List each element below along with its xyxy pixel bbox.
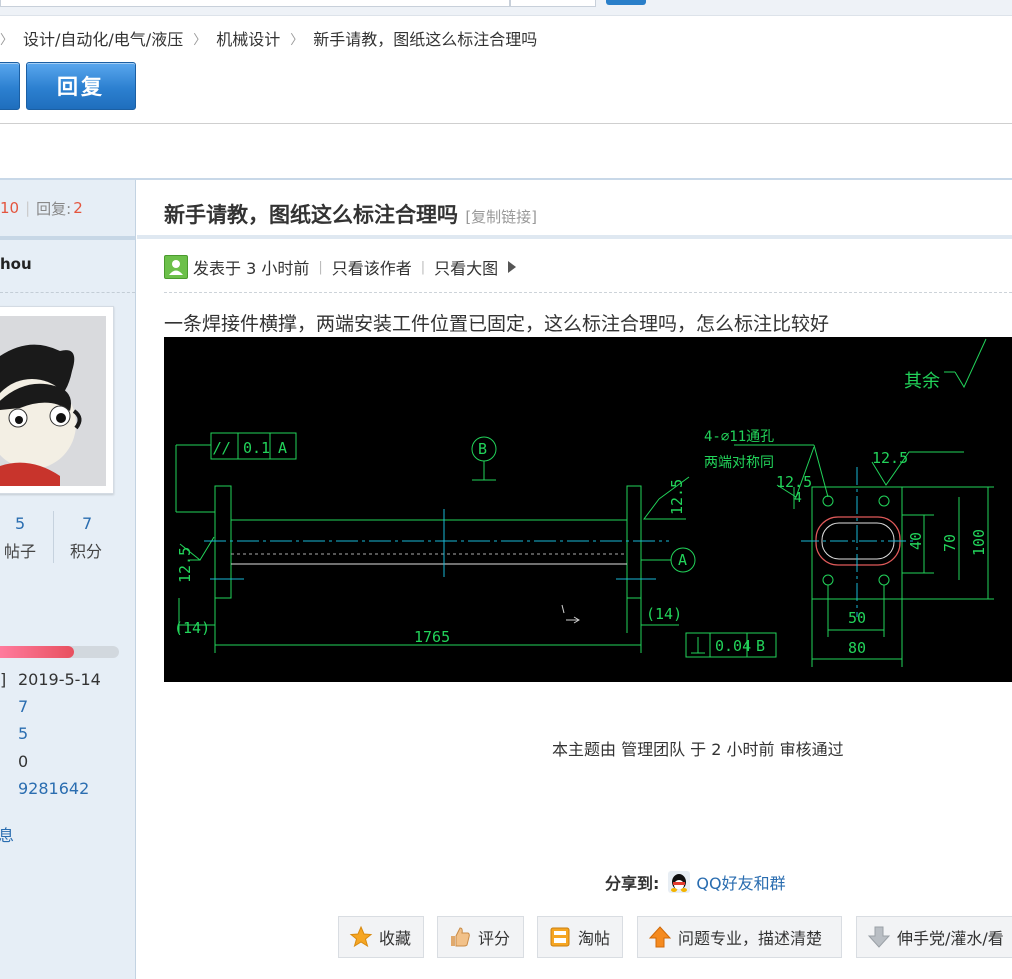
drawing-perp-ref: B [756,637,765,655]
posts-count[interactable]: 5 [15,514,25,533]
breadcrumb-separator: 〉 [290,32,304,48]
info-value-2[interactable]: 7 [18,697,28,716]
divider [0,292,135,293]
drawing-perp-value: 0.04 [715,637,751,655]
only-big-image-link[interactable]: 只看大图 [434,255,498,279]
favorite-button[interactable]: 收藏 [338,916,424,958]
taobao-button[interactable]: 淘帖 [537,916,623,958]
author-sidebar [0,180,136,979]
drawing-dim-14b: (14) [646,605,682,623]
drawing-dim-50: 50 [848,609,866,627]
info-value-3[interactable]: 5 [18,724,28,743]
info-bracket: ] [0,670,7,689]
info-value-4: 0 [18,752,29,771]
only-author-link[interactable]: 只看该作者 [332,255,412,279]
thread-stats: 10 | 回复: 2 [0,180,135,240]
copy-link-button[interactable]: [复制链接] [465,208,537,226]
author-name[interactable]: hou [0,255,32,273]
breadcrumb-separator: 〉 [193,32,207,48]
points-label: 积分 [70,542,103,561]
helpful-label: 问题专业，描述清楚 [678,929,823,948]
drawing-dim-4: 4 [794,491,802,506]
taobao-label: 淘帖 [578,929,611,948]
rate-label: 评分 [478,929,511,948]
search-input[interactable] [0,0,510,7]
drawing-rough-4: 12.5 [668,479,686,515]
drawing-datum-a: A [678,551,687,569]
avatar[interactable] [0,306,114,494]
online-user-icon [164,255,188,279]
drawing-dim-70: 70 [941,534,959,552]
drawing-dim-80: 80 [848,639,866,657]
level-progress-fill [0,646,74,658]
send-message-link[interactable]: 息 [0,822,14,846]
post-title: 新手请教，图纸这么标注合理吗 [复制链接] [164,199,537,229]
weld-drawing: 其余 // 0.1 A B A 4-⌀11通孔 两端对称同 12.5 12.5 … [174,338,994,667]
arrow-up-icon [648,925,672,949]
cartoon-boy-avatar-icon [0,316,106,486]
share-qq-link[interactable]: QQ好友和群 [696,870,785,894]
drawing-rough-2: 12.5 [776,473,812,491]
drawing-rough-1: 12.5 [176,547,194,583]
breadcrumb-item-thread[interactable]: 新手请教，图纸这么标注合理吗 [313,26,537,50]
cad-drawing-image[interactable]: 其余 // 0.1 A B A 4-⌀11通孔 两端对称同 12.5 12.5 … [164,337,1012,682]
thumbs-up-icon [448,925,472,949]
meta-separator: | [318,259,323,275]
star-icon [349,925,373,949]
replies-count: 2 [73,199,83,217]
title-divider [137,235,1012,239]
favorite-label: 收藏 [379,929,412,948]
breadcrumb-item-design[interactable]: 设计/自动化/电气/液压 [23,26,183,50]
drawing-hole-note: 4-⌀11通孔 [704,429,774,445]
share-bar: 分享到: QQ好友和群 [605,870,786,894]
post-meta: 发表于 3 小时前 | 只看该作者 | 只看大图 [164,255,517,279]
drawing-hole-note-2: 两端对称同 [704,455,774,471]
new-post-button[interactable] [0,62,20,110]
stats-separator: | [25,199,31,217]
breadcrumb-separator: 〉 [0,32,14,48]
info-value-5[interactable]: 9281642 [18,779,89,798]
drawing-dim-100: 100 [970,529,988,556]
posted-time: 发表于 3 小时前 [193,259,310,278]
level-progress-bar [0,646,119,658]
divider [0,123,1012,124]
qq-penguin-icon[interactable] [668,871,691,893]
points-count[interactable]: 7 [82,514,92,533]
replies-label: 回复: [36,199,72,218]
search-button[interactable] [606,0,646,5]
register-date: 2019-5-14 [18,670,101,689]
triangle-right-icon[interactable] [508,261,517,273]
divider [0,178,1012,180]
reply-button[interactable]: 回复 [26,62,136,110]
post-body: 一条焊接件横撑，两端安装工件位置已固定，这么标注合理吗，怎么标注比较好 [164,313,830,335]
share-label: 分享到: [605,874,660,893]
parallelism-symbol: // [213,439,231,457]
post-title-text: 新手请教，图纸这么标注合理吗 [164,203,458,227]
meta-separator: | [420,259,426,275]
drawing-tol-ref: A [278,439,287,457]
drawing-dim-14a: (14) [174,619,210,637]
low-quality-button[interactable]: 伸手党/灌水/看 [856,916,1012,958]
audit-note: 本主题由 管理团队 于 2 小时前 审核通过 [552,740,844,759]
drawing-dim-40: 40 [907,532,925,550]
folder-tray-icon [548,925,572,949]
divider [53,511,54,563]
low-quality-label: 伸手党/灌水/看 [897,929,1004,948]
breadcrumb: 〉 设计/自动化/电气/液压 〉 机械设计 〉 新手请教，图纸这么标注合理吗 [0,27,537,49]
drawing-rough-3: 12.5 [872,449,908,467]
drawing-datum-b: B [478,440,487,458]
rate-button[interactable]: 评分 [437,916,524,958]
views-count: 10 [0,199,20,217]
drawing-dim-1765: 1765 [414,628,450,646]
breadcrumb-item-mechanical[interactable]: 机械设计 [216,26,280,50]
arrow-down-icon [867,925,891,949]
posts-label: 帖子 [4,542,37,561]
search-type-select[interactable] [510,0,596,7]
drawing-tol-value: 0.1 [243,439,270,457]
divider [164,292,1012,293]
drawing-label-rest: 其余 [904,371,940,392]
cursor-mark-icon [561,604,580,624]
avatar-image [0,316,106,486]
helpful-button[interactable]: 问题专业，描述清楚 [637,916,842,958]
